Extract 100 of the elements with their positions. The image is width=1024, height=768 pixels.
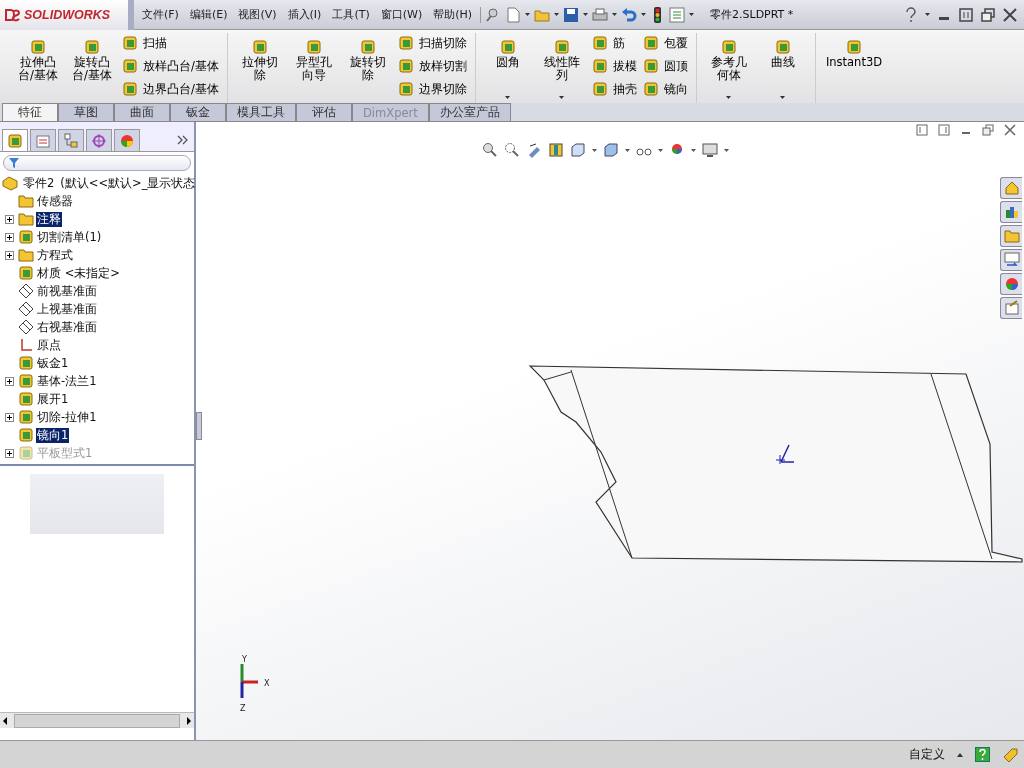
- command-button[interactable]: 抽壳: [591, 79, 637, 99]
- menu-item[interactable]: 视图(V): [238, 7, 277, 22]
- restore-icon[interactable]: [982, 124, 994, 136]
- tile-left-icon[interactable]: [916, 124, 928, 136]
- horizontal-scrollbar[interactable]: [0, 712, 194, 728]
- expand-icon[interactable]: [4, 448, 14, 458]
- command-button[interactable]: 放样切割: [397, 56, 467, 76]
- command-button[interactable]: 扫描: [122, 33, 219, 53]
- menu-item[interactable]: 工具(T): [332, 7, 370, 22]
- caret-icon[interactable]: [641, 13, 647, 16]
- caret-icon[interactable]: [689, 13, 695, 16]
- task-pane-tab[interactable]: [1000, 249, 1022, 271]
- tree-item[interactable]: 切割清单(1): [36, 229, 103, 245]
- tree-item[interactable]: 切除-拉伸1: [36, 409, 98, 425]
- command-button[interactable]: 拔模: [591, 56, 637, 76]
- tree-item[interactable]: 前视基准面: [36, 283, 98, 299]
- command-button[interactable]: 边界切除: [397, 79, 467, 99]
- command-button[interactable]: 旋转凸台/基体: [68, 33, 116, 103]
- view-settings-icon[interactable]: [702, 142, 718, 158]
- menu-item[interactable]: 窗口(W): [380, 7, 423, 22]
- command-button[interactable]: 边界凸台/基体: [122, 79, 219, 99]
- close-icon[interactable]: [1002, 6, 1018, 23]
- scrollbar-thumb[interactable]: [14, 713, 180, 728]
- command-button[interactable]: 线性阵列: [537, 33, 586, 103]
- command-button[interactable]: 镜向: [642, 79, 688, 99]
- undo-icon[interactable]: [621, 6, 638, 23]
- tree-item[interactable]: 基体-法兰1: [36, 373, 98, 389]
- caret-icon[interactable]: [625, 148, 630, 152]
- menu-item[interactable]: 编辑(E): [189, 7, 228, 22]
- close-icon[interactable]: [1004, 124, 1016, 136]
- expand-icon[interactable]: [4, 250, 14, 260]
- panel-tab[interactable]: [86, 129, 112, 151]
- view-orientation-icon[interactable]: [570, 142, 586, 158]
- save-icon[interactable]: [563, 6, 580, 23]
- help-icon[interactable]: [903, 6, 919, 23]
- panel-tab[interactable]: [2, 129, 28, 151]
- command-button[interactable]: Instant3D: [823, 33, 885, 103]
- caret-icon[interactable]: [592, 148, 597, 152]
- panel-tab[interactable]: [30, 129, 56, 151]
- tab[interactable]: 办公室产品: [428, 103, 511, 121]
- task-pane-tab[interactable]: [1000, 297, 1022, 319]
- tree-item[interactable]: 传感器: [36, 193, 74, 209]
- tab[interactable]: 曲面: [114, 103, 170, 121]
- tree-item[interactable]: 上视基准面: [36, 301, 98, 317]
- command-button[interactable]: 拉伸切除: [235, 33, 284, 103]
- tree-item[interactable]: 原点: [36, 337, 62, 353]
- menu-item[interactable]: 插入(I): [287, 7, 322, 22]
- zoom-area-icon[interactable]: [504, 142, 520, 158]
- command-button[interactable]: 异型孔向导: [289, 33, 338, 103]
- tree-item[interactable]: 注释: [36, 211, 62, 227]
- command-button[interactable]: 圆顶: [642, 56, 688, 76]
- command-button[interactable]: 包覆: [642, 33, 688, 53]
- expand-icon[interactable]: [4, 412, 14, 422]
- tree-item[interactable]: 镜向1: [36, 427, 70, 443]
- caret-icon[interactable]: [583, 13, 589, 16]
- command-button[interactable]: 拉伸凸台/基体: [14, 33, 62, 103]
- command-button[interactable]: 旋转切除: [343, 33, 392, 103]
- restore-icon[interactable]: [980, 6, 996, 23]
- command-button[interactable]: 曲线: [758, 33, 807, 103]
- section-view-icon[interactable]: [548, 142, 564, 158]
- caret-icon[interactable]: [925, 13, 930, 16]
- command-button[interactable]: 扫描切除: [397, 33, 467, 53]
- task-pane-tab[interactable]: [1000, 177, 1022, 199]
- menu-item[interactable]: 帮助(H): [433, 7, 473, 22]
- tree-item[interactable]: 零件2: [22, 175, 56, 191]
- task-pane-tab[interactable]: [1000, 201, 1022, 223]
- tree-item[interactable]: 右视基准面: [36, 319, 98, 335]
- double-chevron-icon[interactable]: [177, 135, 188, 145]
- caret-icon[interactable]: [525, 13, 531, 16]
- expand-icon[interactable]: [4, 376, 14, 386]
- tree-item[interactable]: 材质 <未指定>: [36, 265, 121, 281]
- tree-item[interactable]: 钣金1: [36, 355, 70, 371]
- panel-tab[interactable]: [114, 129, 140, 151]
- expand-icon[interactable]: [4, 232, 14, 242]
- caret-icon[interactable]: [658, 148, 663, 152]
- task-pane-tab[interactable]: [1000, 273, 1022, 295]
- units-selector[interactable]: 自定义: [909, 747, 945, 762]
- expand-icon[interactable]: [4, 214, 14, 224]
- caret-icon[interactable]: [724, 148, 729, 152]
- caret-up-icon[interactable]: [957, 752, 963, 757]
- tree-item[interactable]: 展开1: [36, 391, 70, 407]
- command-button[interactable]: 放样凸台/基体: [122, 56, 219, 76]
- command-button[interactable]: 圆角: [483, 33, 532, 103]
- tab[interactable]: 草图: [58, 103, 114, 121]
- caret-icon[interactable]: [554, 13, 560, 16]
- command-button[interactable]: 参考几何体: [704, 33, 753, 103]
- printer-icon[interactable]: [592, 6, 609, 23]
- menu-item[interactable]: 文件(F): [142, 7, 179, 22]
- tab[interactable]: 钣金: [170, 103, 226, 121]
- tab[interactable]: 模具工具: [226, 103, 296, 121]
- tag-icon[interactable]: [1002, 746, 1018, 763]
- caret-icon[interactable]: [691, 148, 696, 152]
- tile-right-icon[interactable]: [938, 124, 950, 136]
- command-button[interactable]: 筋: [591, 33, 637, 53]
- tile-windows-icon[interactable]: [958, 6, 974, 23]
- zoom-fit-icon[interactable]: [482, 142, 498, 158]
- tab[interactable]: 特征: [2, 103, 58, 121]
- display-style-icon[interactable]: [603, 142, 619, 158]
- task-pane-tab[interactable]: [1000, 225, 1022, 247]
- tab[interactable]: 评估: [296, 103, 352, 121]
